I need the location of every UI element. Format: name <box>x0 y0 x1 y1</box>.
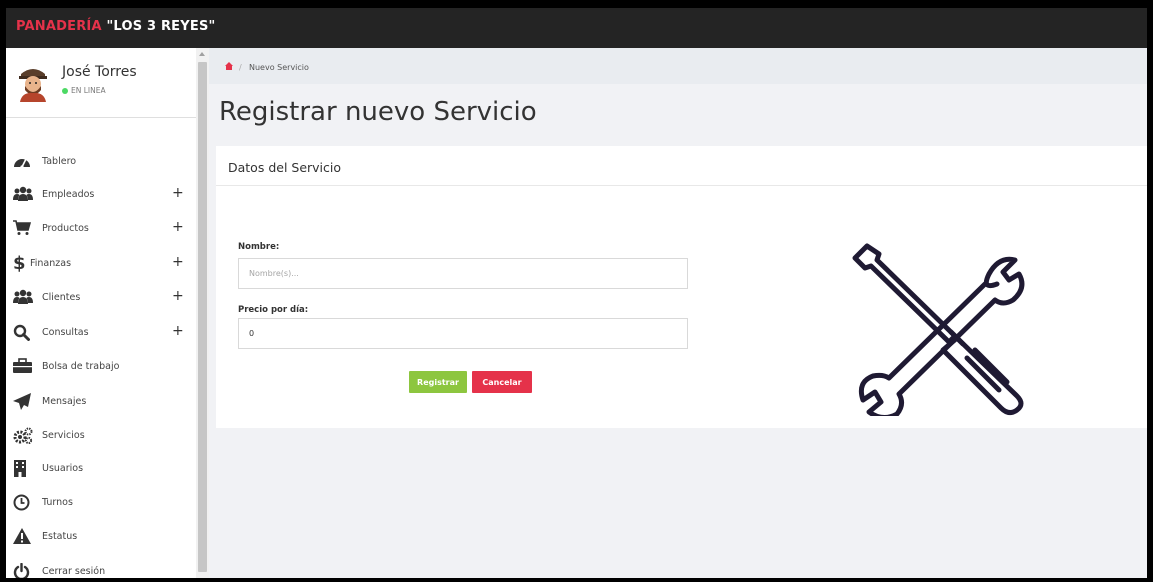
user-status-label: EN LINEA <box>71 86 106 95</box>
sidebar-item-consultas[interactable]: Consultas + <box>6 315 196 350</box>
service-form-card: Datos del Servicio Nombre: Precio por dí… <box>216 146 1147 428</box>
name-field-label: Nombre: <box>238 242 280 252</box>
breadcrumb-separator: / <box>239 63 242 72</box>
price-field-label: Precio por día: <box>238 305 309 315</box>
sidebar-item-clientes[interactable]: Clientes + <box>6 280 196 315</box>
page-title: Registrar nuevo Servicio <box>219 97 537 127</box>
breadcrumb-current: Nuevo Servicio <box>249 63 309 72</box>
cancel-button[interactable]: Cancelar <box>472 371 532 393</box>
briefcase-icon <box>13 356 35 376</box>
sidebar-item-turnos[interactable]: Turnos <box>6 485 196 520</box>
sidebar-item-cerrar-sesion[interactable]: Cerrar sesión <box>6 554 196 578</box>
expand-plus-icon[interactable]: + <box>172 288 184 304</box>
warning-icon <box>13 526 35 546</box>
sidebar-item-label: Usuarios <box>42 462 84 474</box>
search-icon <box>13 322 35 342</box>
user-name: José Torres <box>62 64 137 80</box>
brand-logo[interactable]: PANADERÍA "LOS 3 REYES" <box>16 19 215 34</box>
avatar <box>19 69 47 102</box>
home-icon[interactable] <box>225 62 233 70</box>
sidebar-item-label: Estatus <box>42 530 78 542</box>
users-icon <box>13 287 35 307</box>
sidebar-item-bolsa-de-trabajo[interactable]: Bolsa de trabajo <box>6 349 196 384</box>
sidebar: José Torres EN LINEA Tablero Empleados + <box>6 48 196 578</box>
sidebar-item-servicios[interactable]: Servicios <box>6 418 196 453</box>
sidebar-item-label: Clientes <box>42 291 81 303</box>
sidebar-item-label: Tablero <box>42 155 77 167</box>
brand-name-part2: "LOS 3 REYES" <box>106 19 216 34</box>
online-status-dot <box>62 87 68 94</box>
sidebar-item-tablero[interactable]: Tablero <box>6 144 196 179</box>
breadcrumb: / Nuevo Servicio <box>209 48 1147 84</box>
expand-plus-icon[interactable]: + <box>172 254 184 270</box>
sidebar-item-mensajes[interactable]: Mensajes <box>6 384 196 419</box>
sidebar-item-estatus[interactable]: Estatus <box>6 519 196 554</box>
expand-plus-icon[interactable]: + <box>172 185 184 201</box>
sidebar-item-empleados[interactable]: Empleados + <box>6 177 196 212</box>
card-header: Datos del Servicio <box>216 146 1147 186</box>
sidebar-scrollbar[interactable] <box>196 48 209 578</box>
tools-icon <box>852 243 1025 416</box>
sidebar-item-finanzas[interactable]: $ Finanzas + <box>6 246 196 281</box>
paper-plane-icon <box>13 391 35 411</box>
scrollbar-thumb[interactable] <box>198 62 207 572</box>
clock-icon <box>13 492 35 512</box>
dashboard-icon <box>13 151 35 171</box>
top-navbar: PANADERÍA "LOS 3 REYES" <box>6 8 1147 48</box>
app-window: PANADERÍA "LOS 3 REYES" José Torres EN L… <box>6 8 1147 578</box>
scroll-up-arrow-icon[interactable] <box>199 52 205 56</box>
sidebar-item-productos[interactable]: Productos + <box>6 211 196 246</box>
user-status: EN LINEA <box>62 86 106 95</box>
price-input[interactable] <box>238 318 688 349</box>
sidebar-item-label: Consultas <box>42 326 89 338</box>
building-icon <box>13 458 35 478</box>
gears-icon <box>13 425 35 445</box>
card-title: Datos del Servicio <box>228 160 342 175</box>
sidebar-item-label: Servicios <box>42 429 85 441</box>
sidebar-item-label: Cerrar sesión <box>42 565 106 577</box>
expand-plus-icon[interactable]: + <box>172 219 184 235</box>
name-input[interactable] <box>238 258 688 289</box>
sidebar-item-label: Bolsa de trabajo <box>42 360 120 372</box>
user-panel: José Torres EN LINEA <box>6 48 196 118</box>
sidebar-item-label: Productos <box>42 222 89 234</box>
expand-plus-icon[interactable]: + <box>172 323 184 339</box>
brand-name-part1: PANADERÍA <box>16 19 102 34</box>
power-icon <box>13 561 35 578</box>
sidebar-item-label: Empleados <box>42 188 95 200</box>
sidebar-item-label: Turnos <box>42 496 73 508</box>
users-icon <box>13 184 35 204</box>
sidebar-item-label: Finanzas <box>30 257 72 269</box>
sidebar-item-label: Mensajes <box>42 395 87 407</box>
register-button[interactable]: Registrar <box>409 371 467 393</box>
cart-icon <box>13 218 35 238</box>
sidebar-item-usuarios[interactable]: Usuarios <box>6 451 196 486</box>
